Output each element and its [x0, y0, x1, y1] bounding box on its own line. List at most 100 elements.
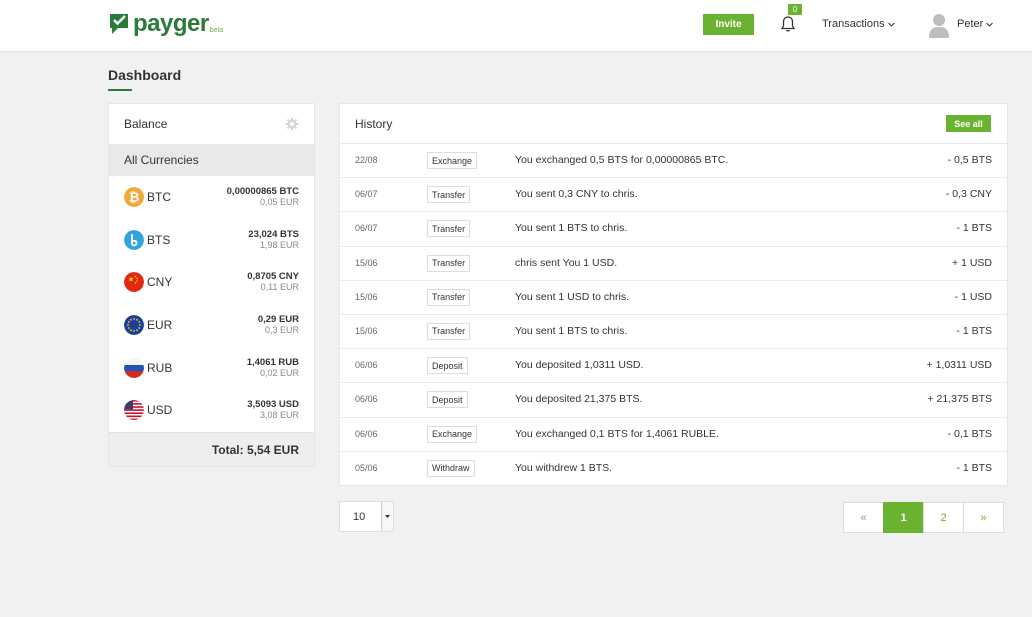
balance-title: Balance [124, 117, 168, 131]
currency-row-btc[interactable]: ₿ BTC 0,00000865 BTC 0,05 EUR [109, 176, 314, 219]
table-row[interactable]: 05/06 Withdraw You withdrew 1 BTS. - 1 B… [340, 452, 1007, 486]
pagination-prev[interactable]: « [843, 502, 884, 533]
table-row[interactable]: 06/06 Deposit You deposited 1,0311 USD. … [340, 349, 1007, 384]
currency-row-eur[interactable]: EUR 0,29 EUR 0,3 EUR [109, 304, 314, 347]
logo-check-icon [110, 14, 128, 34]
gear-icon[interactable] [285, 117, 299, 131]
row-description: You sent 0,3 CNY to chris. [515, 188, 638, 201]
avatar[interactable] [929, 12, 949, 38]
row-date: 06/07 [355, 223, 378, 234]
row-description: You deposited 1,0311 USD. [515, 359, 644, 372]
row-description: You exchanged 0,1 BTS for 1,4061 RUBLE. [515, 427, 719, 440]
row-type-badge: Transfer [427, 322, 471, 340]
currency-code: USD [147, 403, 173, 418]
row-date: 06/06 [355, 428, 378, 439]
row-type-badge: Transfer [427, 288, 471, 306]
currency-code: BTC [147, 190, 171, 205]
per-page-select[interactable]: 10 [339, 501, 394, 532]
bitshares-icon [124, 229, 144, 250]
row-description: You deposited 21,375 BTS. [515, 393, 643, 406]
currency-eur-value: 0,02 EUR [259, 367, 299, 378]
history-title: History [355, 116, 393, 131]
currency-code: EUR [147, 318, 173, 333]
payger-logo[interactable]: payger beta [108, 12, 223, 36]
bell-icon[interactable] [780, 15, 796, 33]
row-amount: - 0,1 BTS [947, 427, 992, 440]
russia-flag-icon [124, 357, 144, 378]
notification-badge: 0 [788, 4, 802, 15]
row-amount: - 1 BTS [956, 222, 992, 235]
row-amount: - 0,3 CNY [945, 188, 992, 201]
row-amount: - 1 BTS [956, 461, 992, 474]
row-amount: - 0,5 BTS [947, 154, 992, 166]
balance-header: Balance [109, 104, 314, 144]
pagination-page-2[interactable]: 2 [923, 502, 964, 533]
row-date: 05/06 [355, 462, 378, 473]
currency-eur-value: 1,98 EUR [259, 239, 299, 250]
chevron-down-icon [887, 22, 895, 27]
currency-amount: 1,4061 RUB [246, 356, 299, 368]
pagination-next[interactable]: » [963, 502, 1004, 533]
bitcoin-icon: ₿ [124, 187, 144, 208]
table-row[interactable]: 15/06 Transfer You sent 1 USD to chris. … [340, 281, 1007, 315]
currency-code: CNY [147, 275, 173, 290]
logo-beta-label: beta [209, 27, 224, 34]
usa-flag-icon [124, 400, 144, 421]
title-underline [108, 89, 132, 91]
currency-amount: 0,29 EUR [257, 314, 299, 326]
page-title: Dashboard [108, 67, 182, 83]
row-date: 06/07 [355, 189, 378, 200]
transactions-label: Transactions [822, 18, 885, 30]
currency-eur-value: 0,05 EUR [259, 197, 299, 208]
balance-panel: Balance All Currencies ₿ BTC 0,00000865 … [108, 103, 315, 467]
row-date: 15/06 [355, 257, 378, 268]
table-row[interactable]: 15/06 Transfer chris sent You 1 USD. + 1… [340, 247, 1007, 281]
select-arrow[interactable] [381, 502, 393, 531]
logo-text: payger [133, 10, 209, 37]
row-description: You sent 1 BTS to chris. [515, 324, 628, 337]
invite-button[interactable]: Invite [703, 14, 754, 35]
row-type-badge: Transfer [427, 220, 471, 238]
svg-text:₿: ₿ [129, 191, 140, 206]
row-description: You sent 1 USD to chris. [515, 290, 630, 303]
currency-amount: 0,00000865 BTC [226, 186, 299, 198]
table-row[interactable]: 06/06 Exchange You exchanged 0,1 BTS for… [340, 418, 1007, 452]
transactions-menu[interactable]: Transactions [822, 18, 895, 30]
row-type-badge: Transfer [427, 254, 471, 272]
currency-row-cny[interactable]: ★ CNY 0,8705 CNY 0,11 EUR [109, 261, 314, 304]
row-type-badge: Exchange [427, 152, 478, 169]
pagination-page-1[interactable]: 1 [883, 502, 924, 533]
row-type-badge: Exchange [427, 425, 478, 443]
row-description: You withdrew 1 BTS. [515, 461, 613, 474]
table-row[interactable]: 06/07 Transfer You sent 0,3 CNY to chris… [340, 178, 1007, 213]
table-row[interactable]: 06/06 Deposit You deposited 21,375 BTS. … [340, 383, 1007, 418]
currency-row-bts[interactable]: BTS 23,024 BTS 1,98 EUR [109, 219, 314, 262]
currency-row-usd[interactable]: USD 3,5093 USD 3,08 EUR [109, 389, 314, 432]
row-date: 06/06 [355, 360, 378, 371]
row-type-badge: Deposit [427, 391, 468, 409]
currency-code: RUB [147, 360, 173, 375]
see-all-button[interactable]: See all [946, 115, 991, 132]
user-name: Peter [957, 18, 984, 30]
row-amount: + 21,375 BTS [927, 393, 992, 406]
table-row[interactable]: 15/06 Transfer You sent 1 BTS to chris. … [340, 315, 1007, 350]
row-type-badge: Withdraw [427, 459, 475, 477]
currency-amount: 0,8705 CNY [247, 271, 299, 283]
svg-text:★: ★ [128, 276, 134, 284]
row-type-badge: Transfer [427, 186, 471, 204]
currency-eur-value: 3,08 EUR [259, 410, 299, 421]
table-row[interactable]: 06/07 Transfer You sent 1 BTS to chris. … [340, 212, 1007, 247]
row-amount: - 1 USD [954, 290, 992, 303]
currency-amount: 3,5093 USD [247, 399, 299, 411]
table-row[interactable]: 22/08 Exchange You exchanged 0,5 BTS for… [340, 144, 1007, 179]
currency-row-rub[interactable]: RUB 1,4061 RUB 0,02 EUR [109, 346, 314, 389]
eu-flag-icon [124, 315, 144, 336]
currency-code: BTS [147, 232, 171, 247]
top-navbar: payger beta Invite 0 Transactions Peter [0, 0, 1032, 52]
pagination: « 1 2 » [843, 502, 1004, 533]
currency-eur-value: 0,3 EUR [264, 325, 299, 336]
all-currencies-item[interactable]: All Currencies [109, 144, 314, 176]
history-panel: History See all 22/08 Exchange You excha… [339, 103, 1008, 486]
user-menu[interactable]: Peter [957, 18, 994, 30]
row-type-badge: Deposit [427, 357, 468, 375]
